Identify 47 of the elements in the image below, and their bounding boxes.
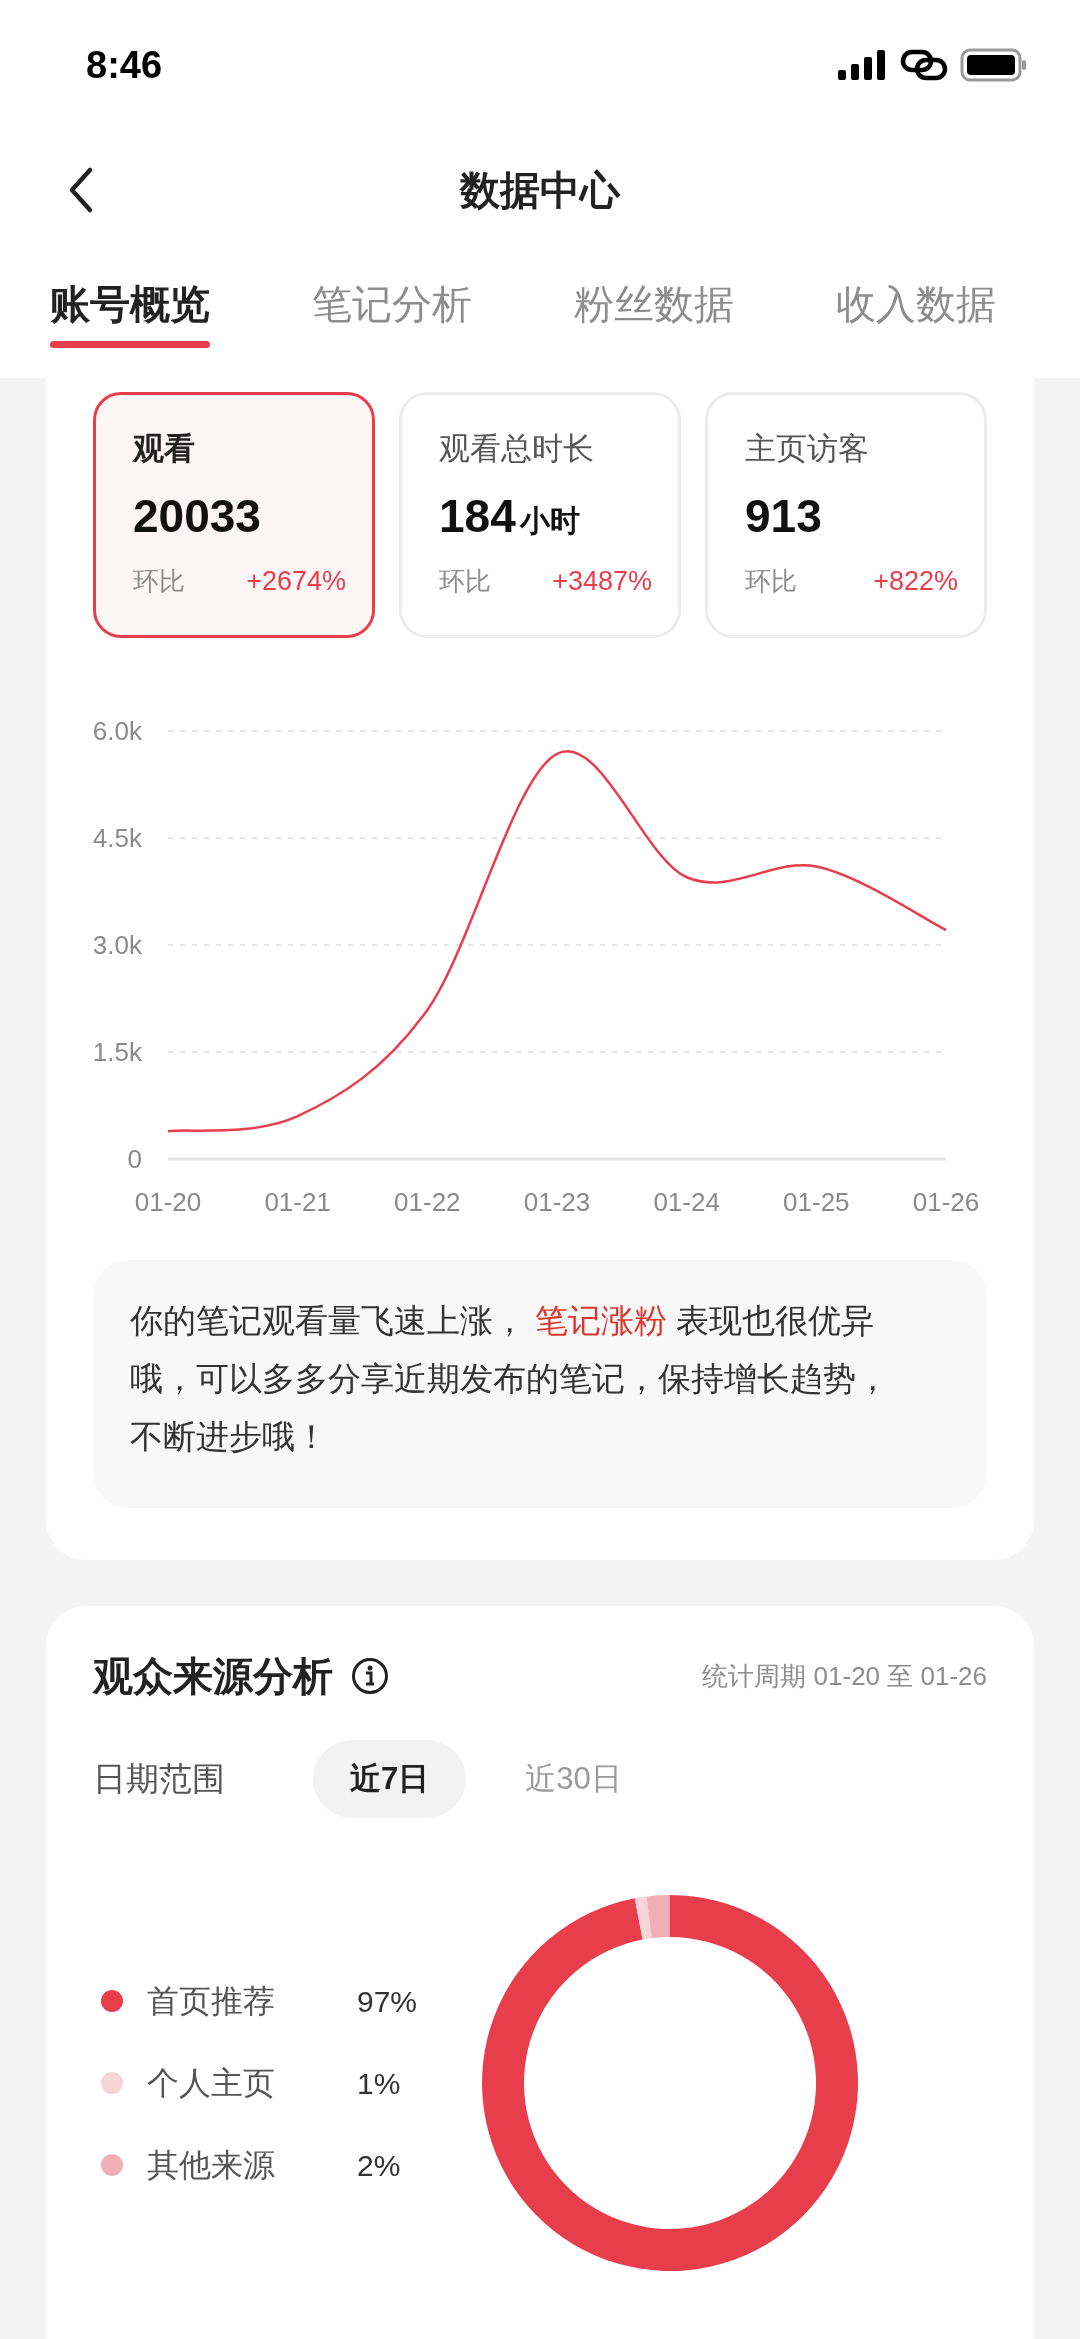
- change-value: +2674%: [246, 565, 346, 598]
- x-axis-label: 01-21: [264, 1187, 331, 1217]
- legend-label: 其他来源: [147, 2146, 276, 2185]
- y-axis-label: 0: [127, 1144, 142, 1174]
- metric-label: 主页访客: [745, 430, 870, 468]
- metric-value: 20033: [133, 489, 261, 543]
- page-title: 数据中心: [460, 167, 620, 214]
- signal-icon: [838, 50, 888, 80]
- legend-label: 个人主页: [147, 2064, 276, 2103]
- range-label: 日期范围: [93, 1759, 226, 1800]
- legend-label: 首页推荐: [147, 1982, 276, 2021]
- section-title: 观众来源分析: [93, 1653, 333, 1700]
- x-axis-label: 01-24: [653, 1187, 720, 1217]
- info-icon[interactable]: [351, 1657, 389, 1695]
- x-axis-label: 01-20: [134, 1187, 202, 1217]
- change-value: +3487%: [552, 565, 652, 598]
- link-icon: [900, 49, 948, 81]
- insight-text: 你的笔记观看量飞速上涨， 笔记涨粉 表现也很优异哦，可以多多分享近期发布的笔记，保持增长趋势，不断进步哦！: [130, 1301, 890, 1457]
- metric-label: 观看总时长: [439, 430, 595, 468]
- compare-label: 环比: [745, 564, 797, 598]
- compare-label: 环比: [133, 564, 185, 598]
- change-value: +822%: [873, 565, 958, 598]
- legend-percent: 1%: [357, 2065, 401, 2102]
- compare-label: 环比: [439, 564, 491, 598]
- y-axis-label: 1.5k: [92, 1037, 142, 1067]
- metric-card[interactable]: 观看总时长 184小时 环比 +3487%: [399, 392, 681, 638]
- legend-percent: 2%: [357, 2147, 401, 2184]
- x-axis-label: 01-22: [394, 1187, 461, 1217]
- range-option[interactable]: 近7日: [313, 1740, 467, 1818]
- legend-percent: 97%: [357, 1983, 418, 2020]
- tab[interactable]: 账号概览: [50, 280, 210, 348]
- y-axis-label: 4.5k: [92, 823, 142, 853]
- metric-value: 913: [745, 489, 822, 543]
- x-axis-label: 01-23: [523, 1187, 591, 1217]
- y-axis-label: 6.0k: [92, 716, 142, 746]
- metric-value: 184: [439, 489, 516, 543]
- metric-label: 观看: [133, 430, 196, 468]
- y-axis-label: 3.0k: [92, 930, 142, 960]
- metric-card[interactable]: 观看 20033 环比 +2674%: [93, 392, 375, 638]
- x-axis-label: 01-26: [912, 1187, 980, 1217]
- period-text: 统计周期 01-20 至 01-26: [702, 1659, 987, 1693]
- status-time: 8:46: [86, 42, 163, 88]
- link[interactable]: 笔记涨粉: [535, 1302, 668, 1339]
- metric-unit: 小时: [519, 503, 580, 539]
- battery-icon: [960, 48, 1028, 82]
- x-axis-label: 01-25: [783, 1187, 850, 1217]
- metric-card[interactable]: 主页访客 913 环比 +822%: [705, 392, 987, 638]
